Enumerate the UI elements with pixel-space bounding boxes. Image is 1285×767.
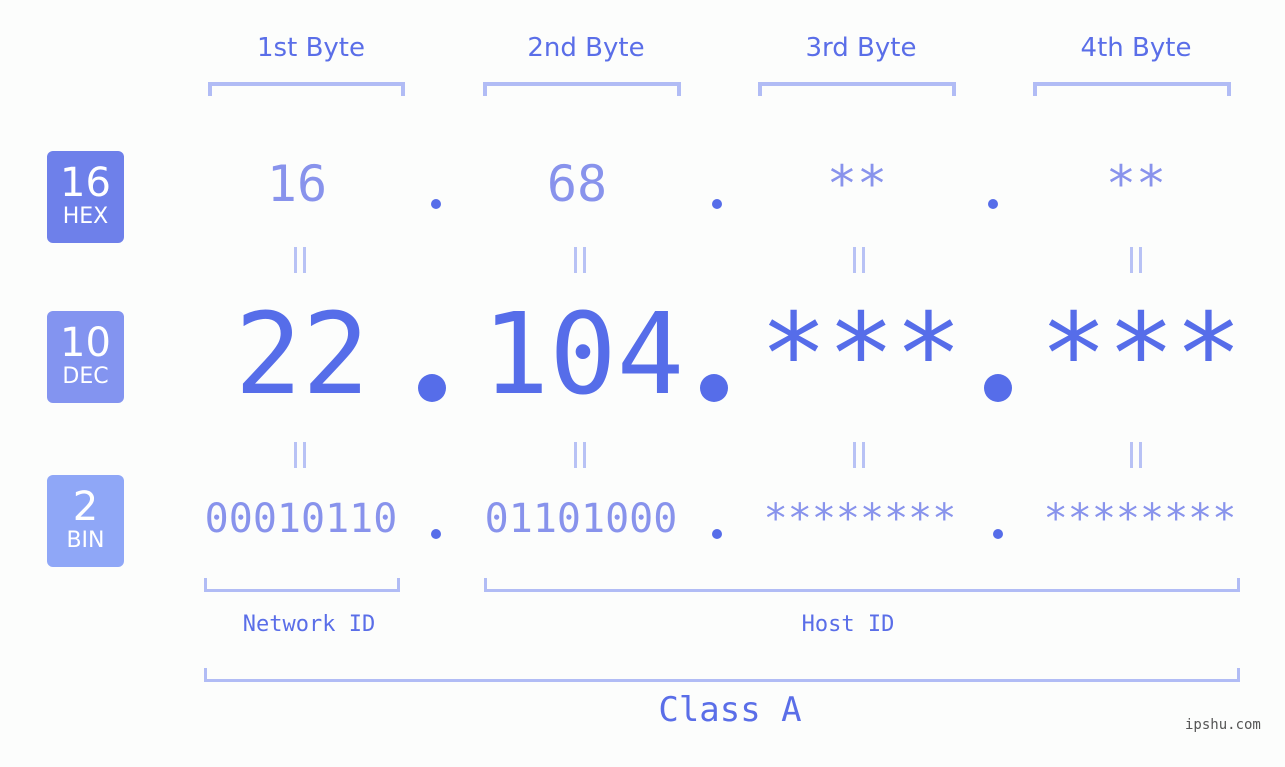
dec-base-number: 10 <box>60 320 111 366</box>
dec-octet-4: *** <box>1039 290 1243 420</box>
bin-badge: 2 BIN <box>47 475 124 567</box>
dec-separator-dot <box>700 374 728 402</box>
equals-icon <box>292 442 308 468</box>
host-id-label: Host ID <box>801 612 895 637</box>
bin-octet-2: 01101000 <box>484 496 678 542</box>
dec-octet-3: *** <box>759 290 963 420</box>
hex-octet-1: 16 <box>266 155 328 213</box>
byte-bracket-1 <box>208 82 405 96</box>
equals-icon <box>1128 247 1144 273</box>
hex-separator-dot <box>988 199 998 209</box>
network-id-bracket <box>204 578 400 592</box>
host-id-bracket <box>484 578 1240 592</box>
bin-separator-dot <box>431 529 441 539</box>
bin-separator-dot <box>993 529 1003 539</box>
bin-octet-4: ******** <box>1043 496 1237 542</box>
bin-base-label: BIN <box>66 528 105 553</box>
hex-base-label: HEX <box>62 204 109 229</box>
byte-header-2: 2nd Byte <box>527 33 645 63</box>
byte-header-1: 1st Byte <box>257 33 365 63</box>
hex-base-number: 16 <box>60 160 111 206</box>
bin-base-number: 2 <box>72 484 99 530</box>
hex-octet-4: ** <box>1105 155 1167 213</box>
dec-octet-2: 104 <box>481 290 685 420</box>
equals-icon <box>572 247 588 273</box>
byte-bracket-2 <box>483 82 681 96</box>
dec-base-label: DEC <box>62 364 109 389</box>
hex-octet-2: 68 <box>546 155 608 213</box>
byte-bracket-3 <box>758 82 956 96</box>
equals-icon <box>292 247 308 273</box>
class-label: Class A <box>658 690 802 730</box>
network-id-label: Network ID <box>242 612 376 637</box>
bin-octet-1: 00010110 <box>204 496 398 542</box>
hex-badge: 16 HEX <box>47 151 124 243</box>
bin-separator-dot <box>712 529 722 539</box>
dec-octet-1: 22 <box>234 290 370 420</box>
bin-octet-3: ******** <box>763 496 957 542</box>
byte-header-4: 4th Byte <box>1080 33 1192 63</box>
watermark: ipshu.com <box>1185 717 1261 733</box>
class-bracket <box>204 668 1240 682</box>
hex-separator-dot <box>431 199 441 209</box>
equals-icon <box>851 247 867 273</box>
hex-octet-3: ** <box>826 155 888 213</box>
equals-icon <box>572 442 588 468</box>
byte-bracket-4 <box>1033 82 1231 96</box>
dec-separator-dot <box>418 374 446 402</box>
equals-icon <box>851 442 867 468</box>
hex-separator-dot <box>712 199 722 209</box>
byte-header-3: 3rd Byte <box>805 33 917 63</box>
dec-separator-dot <box>984 374 1012 402</box>
dec-badge: 10 DEC <box>47 311 124 403</box>
equals-icon <box>1128 442 1144 468</box>
